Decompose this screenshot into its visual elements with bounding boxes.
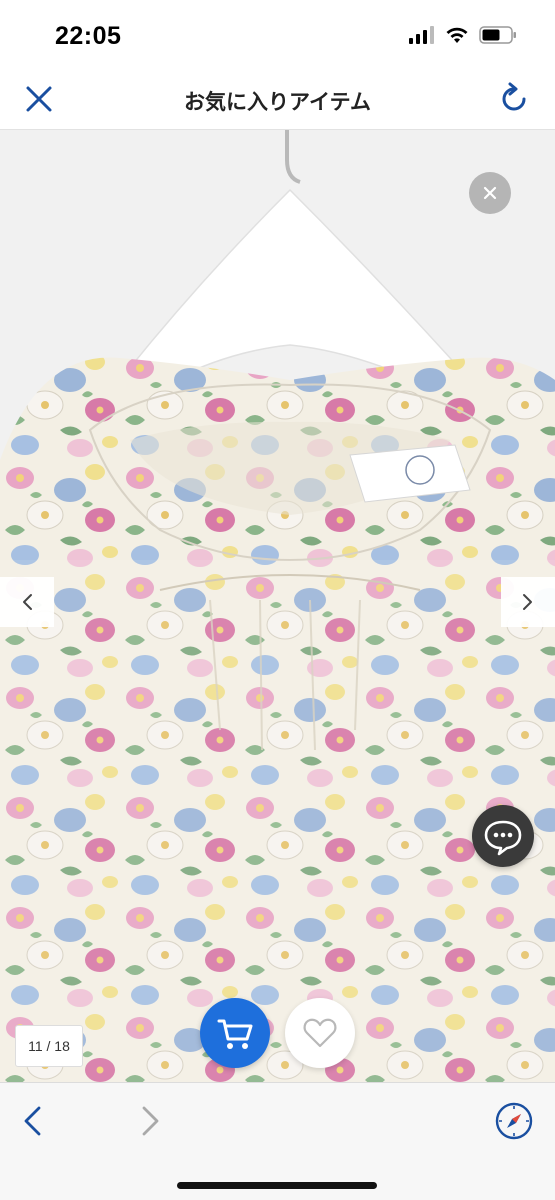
nav-bar: お気に入りアイテム xyxy=(0,70,555,130)
reload-icon xyxy=(502,82,526,111)
compass-icon xyxy=(495,1102,533,1140)
screen: 22:05 お気に入りアイテム 11 / 18 xyxy=(0,0,555,1200)
page-title: お気に入りアイテム xyxy=(184,91,371,114)
back-chevron-icon xyxy=(24,1106,41,1136)
next-image-button[interactable] xyxy=(501,577,555,627)
forward-chevron-icon xyxy=(142,1106,159,1136)
chat-bubble-icon xyxy=(484,820,522,856)
favorite-button[interactable] xyxy=(285,998,355,1068)
image-counter: 11 / 18 xyxy=(15,1025,83,1067)
floral-blouse-photo xyxy=(0,130,555,1082)
chat-button[interactable] xyxy=(472,805,534,867)
status-bar: 22:05 xyxy=(0,0,555,70)
image-close-button[interactable] xyxy=(469,172,511,214)
browser-back-button[interactable] xyxy=(18,1101,48,1141)
product-image[interactable] xyxy=(0,130,555,1082)
wifi-icon xyxy=(446,27,468,43)
heart-icon xyxy=(303,1018,337,1048)
open-in-safari-button[interactable] xyxy=(494,1101,534,1141)
chevron-left-icon xyxy=(23,594,32,610)
battery-icon xyxy=(479,26,516,44)
status-icons xyxy=(409,26,517,44)
status-time: 22:05 xyxy=(55,22,122,50)
add-to-cart-button[interactable] xyxy=(200,998,270,1068)
cellular-signal-icon xyxy=(409,26,434,44)
browser-forward-button[interactable] xyxy=(135,1101,165,1141)
close-icon xyxy=(483,186,497,200)
reload-button[interactable] xyxy=(497,80,531,116)
home-indicator xyxy=(177,1182,377,1189)
prev-image-button[interactable] xyxy=(0,577,54,627)
cart-icon xyxy=(217,1019,253,1049)
chevron-right-icon xyxy=(523,594,532,610)
